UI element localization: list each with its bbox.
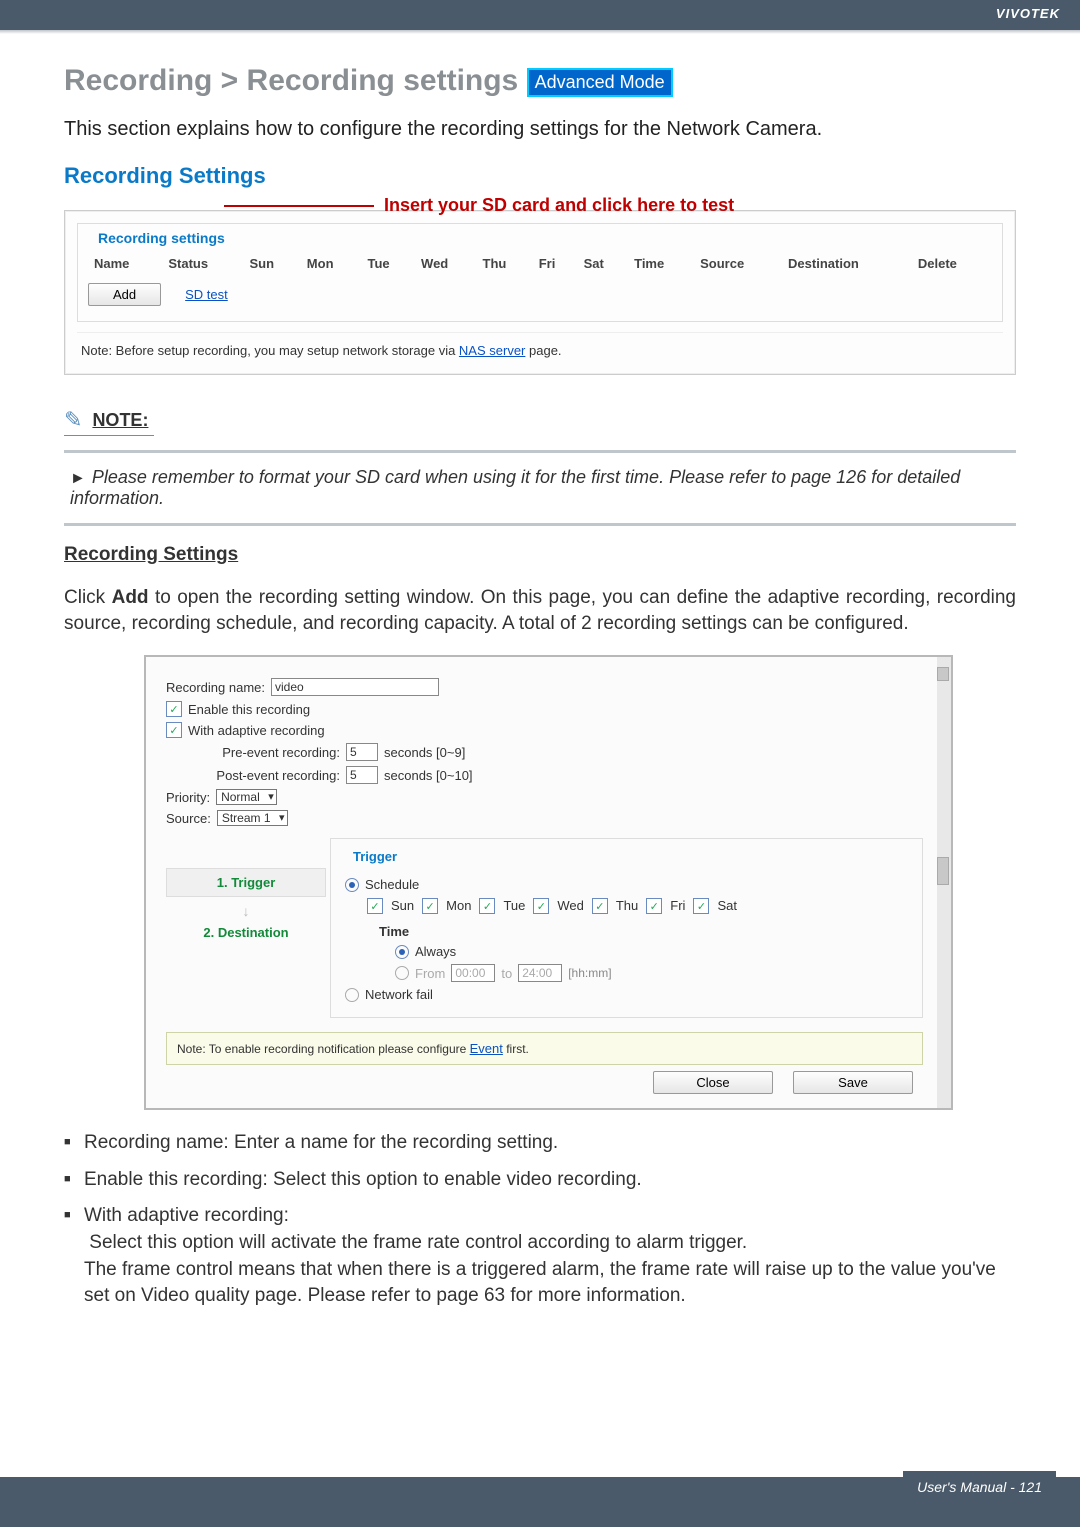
sd-callout: Insert your SD card and click here to te… <box>384 195 734 216</box>
time-label: Time <box>379 924 409 939</box>
networkfail-label: Network fail <box>365 987 433 1002</box>
trigger-legend: Trigger <box>349 849 401 864</box>
subsection-heading: Recording Settings <box>64 544 1016 566</box>
col-delete: Delete <box>912 252 992 275</box>
to-input[interactable]: 24:00 <box>518 964 562 982</box>
from-radio[interactable] <box>395 966 409 980</box>
col-thu: Thu <box>477 252 533 275</box>
bullet-recording-name: Recording name: Enter a name for the rec… <box>64 1130 1016 1157</box>
body-paragraph: Click Add to open the recording setting … <box>64 585 1016 636</box>
bullet-adaptive: With adaptive recording: Select this opt… <box>64 1203 1016 1309</box>
col-sat: Sat <box>578 252 629 275</box>
priority-label: Priority: <box>166 790 210 805</box>
close-button[interactable]: Close <box>653 1071 773 1094</box>
panel-legend: Recording settings <box>94 230 229 246</box>
col-tue: Tue <box>362 252 416 275</box>
col-destination: Destination <box>782 252 912 275</box>
enable-checkbox[interactable]: ✓ <box>166 701 182 717</box>
col-status: Status <box>162 252 243 275</box>
note-label: NOTE: <box>92 410 148 431</box>
day-mon-checkbox[interactable]: ✓ <box>422 898 438 914</box>
source-select[interactable]: Stream 1 <box>217 810 288 826</box>
bullet-enable: Enable this recording: Select this optio… <box>64 1167 1016 1194</box>
page-title: Recording > Recording settings Advanced … <box>64 64 1016 98</box>
lead-paragraph: This section explains how to configure t… <box>64 118 1016 141</box>
day-tue-checkbox[interactable]: ✓ <box>479 898 495 914</box>
nas-note: Note: Before setup recording, you may se… <box>77 332 1003 368</box>
scrollbar-thumb[interactable] <box>937 857 949 885</box>
pre-event-label: Pre-event recording: <box>200 745 340 760</box>
day-checkboxes: ✓Sun ✓Mon ✓Tue ✓Wed ✓Thu ✓Fri ✓Sat <box>367 898 908 914</box>
arrow-down-icon: ↓ <box>166 903 326 919</box>
to-label: to <box>501 966 512 981</box>
callout-line <box>224 205 374 207</box>
day-wed-checkbox[interactable]: ✓ <box>533 898 549 914</box>
day-thu-checkbox[interactable]: ✓ <box>592 898 608 914</box>
enable-label: Enable this recording <box>188 702 310 717</box>
always-label: Always <box>415 944 456 959</box>
col-wed: Wed <box>415 252 476 275</box>
day-sun-checkbox[interactable]: ✓ <box>367 898 383 914</box>
schedule-label: Schedule <box>365 877 419 892</box>
hhmm-label: [hh:mm] <box>568 966 611 980</box>
event-link[interactable]: Event <box>470 1041 503 1056</box>
brand-label: VIVOTEK <box>0 0 1080 21</box>
col-name: Name <box>88 252 162 275</box>
recording-name-label: Recording name: <box>166 680 265 695</box>
post-event-input[interactable]: 5 <box>346 766 378 784</box>
note-body: ►Please remember to format your SD card … <box>64 467 1016 509</box>
col-time: Time <box>628 252 694 275</box>
from-label: From <box>415 966 445 981</box>
source-label: Source: <box>166 811 211 826</box>
day-sat-checkbox[interactable]: ✓ <box>693 898 709 914</box>
adaptive-checkbox[interactable]: ✓ <box>166 722 182 738</box>
col-sun: Sun <box>243 252 300 275</box>
col-fri: Fri <box>533 252 578 275</box>
post-event-range: seconds [0~10] <box>384 768 473 783</box>
sd-test-link[interactable]: SD test <box>185 287 228 302</box>
bullet-list: Recording name: Enter a name for the rec… <box>64 1130 1016 1310</box>
save-button[interactable]: Save <box>793 1071 913 1094</box>
scrollbar-up-icon[interactable] <box>937 667 949 681</box>
pre-event-input[interactable]: 5 <box>346 743 378 761</box>
event-note: Note: To enable recording notification p… <box>166 1032 923 1065</box>
section-heading: Recording Settings <box>64 163 1016 189</box>
recording-settings-panel: Recording settings Name Status Sun Mon T… <box>64 210 1016 375</box>
col-source: Source <box>694 252 782 275</box>
col-mon: Mon <box>301 252 362 275</box>
networkfail-radio[interactable] <box>345 988 359 1002</box>
pen-icon: ✎ <box>64 407 82 433</box>
post-event-label: Post-event recording: <box>200 768 340 783</box>
schedule-radio[interactable] <box>345 878 359 892</box>
pre-event-range: seconds [0~9] <box>384 745 465 760</box>
day-fri-checkbox[interactable]: ✓ <box>646 898 662 914</box>
note-box: ✎ NOTE: <box>64 407 1016 436</box>
always-radio[interactable] <box>395 945 409 959</box>
settings-screenshot: Recording name: video ✓ Enable this reco… <box>144 655 953 1110</box>
title-text: Recording > Recording settings <box>64 64 518 97</box>
add-button[interactable]: Add <box>88 283 161 306</box>
page-footer: User's Manual - 121 <box>903 1471 1056 1503</box>
recording-name-input[interactable]: video <box>271 678 439 696</box>
step-trigger[interactable]: 1. Trigger <box>166 868 326 897</box>
priority-select[interactable]: Normal <box>216 789 277 805</box>
recording-table: Name Status Sun Mon Tue Wed Thu Fri Sat … <box>88 252 992 275</box>
advanced-mode-badge: Advanced Mode <box>527 68 673 97</box>
adaptive-label: With adaptive recording <box>188 723 325 738</box>
nas-server-link[interactable]: NAS server <box>459 343 525 358</box>
step-destination[interactable]: 2. Destination <box>166 925 326 940</box>
from-input[interactable]: 00:00 <box>451 964 495 982</box>
